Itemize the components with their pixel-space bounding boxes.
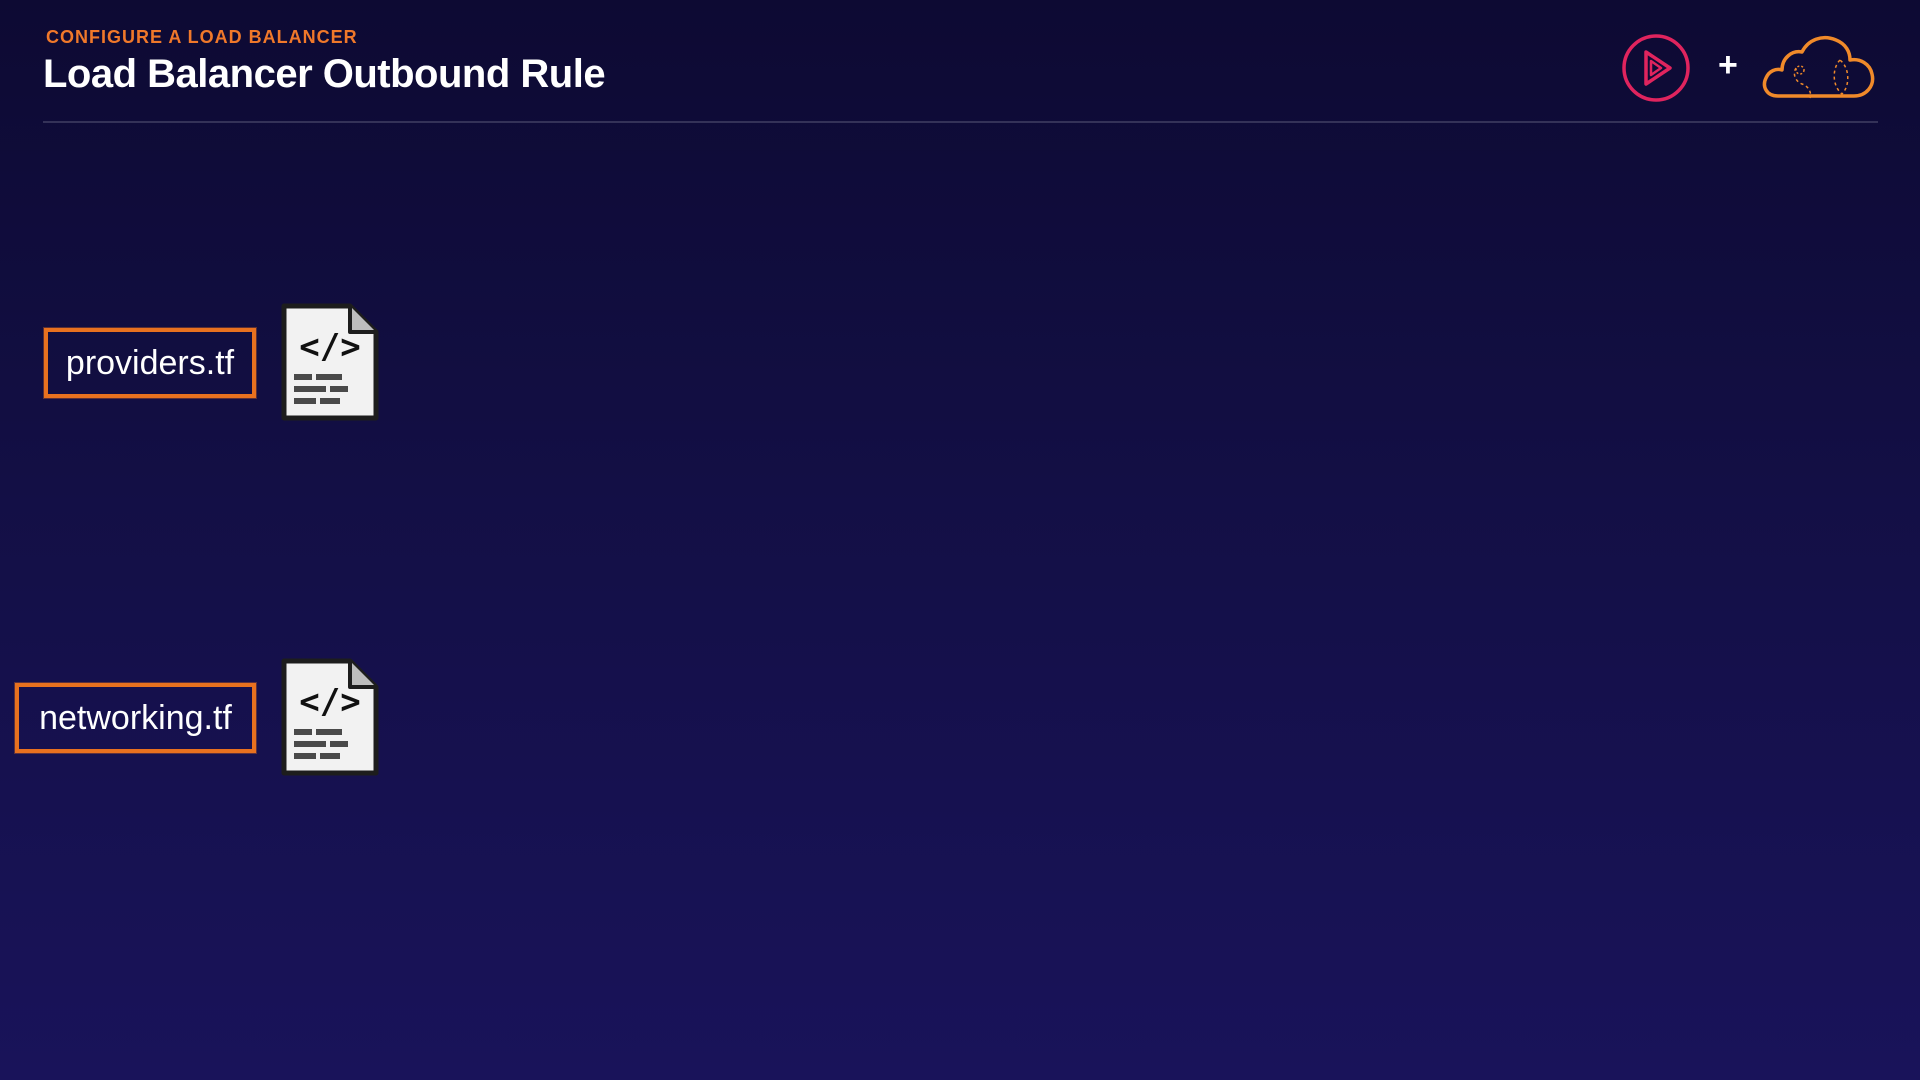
section-eyebrow: CONFIGURE A LOAD BALANCER [46, 27, 358, 47]
slide: CONFIGURE A LOAD BALANCER Load Balancer … [0, 0, 1920, 1080]
play-logo-icon [1622, 34, 1690, 102]
svg-text:</>: </> [299, 682, 360, 722]
providers-file-name: providers.tf [65, 344, 235, 382]
cloud-logo-icon [1762, 35, 1875, 99]
plus-sign: + [1718, 46, 1738, 84]
networking-file-label[interactable]: networking.tf [15, 683, 256, 753]
svg-text:</>: </> [299, 327, 360, 367]
header-divider [43, 121, 1878, 123]
slide-title: Load Balancer Outbound Rule [43, 52, 606, 96]
code-file-icon: </> [281, 658, 379, 776]
networking-file-name: networking.tf [39, 699, 232, 737]
providers-file-label[interactable]: providers.tf [44, 328, 256, 398]
header-logos: + [1620, 30, 1880, 110]
code-file-icon: </> [281, 303, 379, 421]
